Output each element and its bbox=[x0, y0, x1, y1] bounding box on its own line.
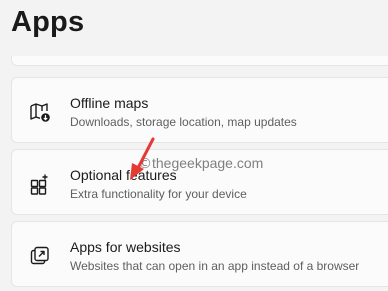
offline-maps-subtitle: Downloads, storage location, map updates bbox=[70, 115, 297, 129]
offline-map-icon bbox=[28, 100, 52, 124]
optional-features-title: Optional features bbox=[70, 167, 177, 183]
settings-apps-page: Apps Offline maps Downloads, storage loc… bbox=[0, 0, 388, 291]
offline-maps-title: Offline maps bbox=[70, 95, 149, 111]
previous-card-bottom-edge bbox=[11, 56, 388, 66]
apps-for-websites-subtitle: Websites that can open in an app instead… bbox=[70, 259, 360, 273]
apps-for-websites-card[interactable]: Apps for websites Websites that can open… bbox=[11, 221, 388, 287]
optional-features-icon bbox=[28, 172, 52, 196]
optional-features-subtitle: Extra functionality for your device bbox=[70, 187, 247, 201]
offline-maps-card[interactable]: Offline maps Downloads, storage location… bbox=[11, 77, 388, 143]
page-title: Apps bbox=[11, 6, 85, 38]
open-in-app-icon bbox=[28, 244, 52, 268]
apps-for-websites-title: Apps for websites bbox=[70, 239, 181, 255]
optional-features-card[interactable]: Optional features Extra functionality fo… bbox=[11, 149, 388, 215]
